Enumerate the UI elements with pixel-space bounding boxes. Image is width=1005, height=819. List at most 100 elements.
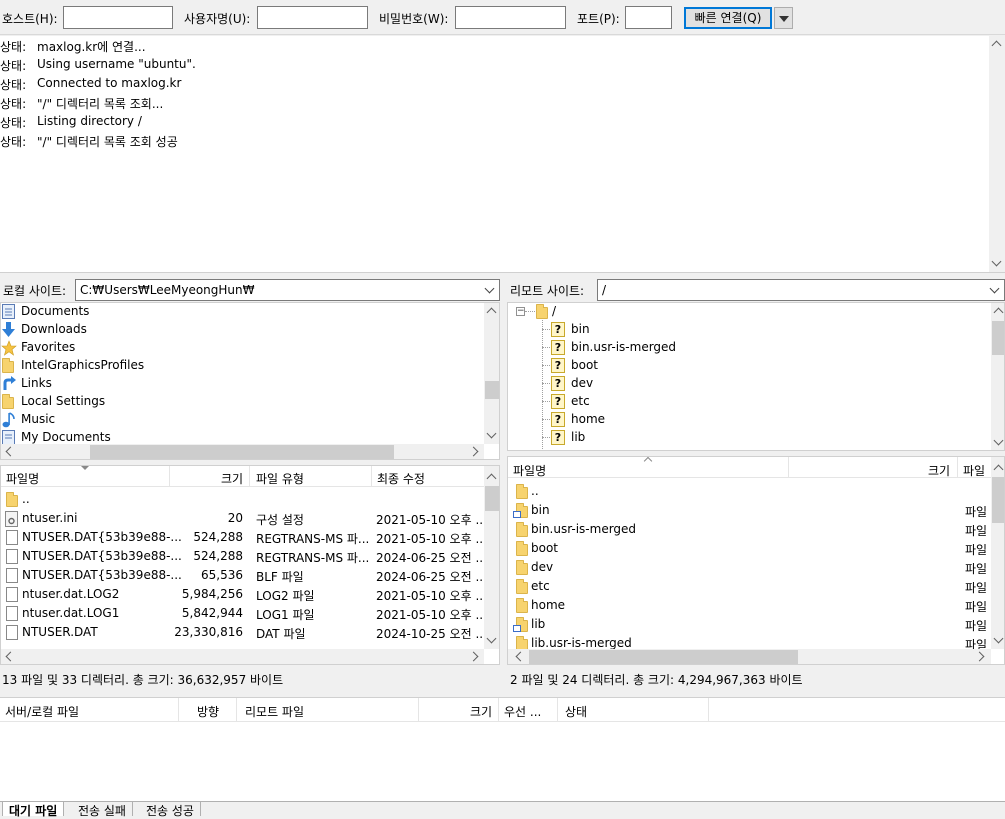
table-row[interactable]: ntuser.dat.LOG2 5,984,256 LOG2 파일 2021-0… bbox=[1, 586, 487, 604]
table-row[interactable]: ntuser.ini 20 구성 설정 2021-05-10 오후 ... bbox=[1, 510, 487, 528]
table-row[interactable]: bin 파일 bbox=[508, 502, 991, 520]
scroll-down-icon[interactable] bbox=[484, 428, 499, 444]
file-icon bbox=[6, 587, 18, 602]
column-header-name[interactable]: 파일명 bbox=[6, 470, 39, 487]
remote-path-combo[interactable]: / bbox=[597, 279, 1005, 301]
file-icon bbox=[6, 530, 18, 545]
tree-item-music[interactable]: Music bbox=[1, 411, 483, 429]
table-row[interactable]: NTUSER.DAT{53b39e88-... 65,536 BLF 파일 20… bbox=[1, 567, 487, 585]
host-input[interactable] bbox=[63, 6, 173, 29]
scroll-up-icon[interactable] bbox=[991, 303, 1004, 319]
scroll-up-icon[interactable] bbox=[991, 460, 1004, 476]
username-input[interactable] bbox=[257, 6, 368, 29]
username-label: 사용자명(U): bbox=[184, 12, 251, 26]
column-header-direction[interactable]: 방향 bbox=[197, 703, 219, 720]
tree-item-local-settings[interactable]: Local Settings bbox=[1, 393, 483, 411]
quickconnect-button[interactable]: 빠른 연결(Q) bbox=[684, 7, 772, 29]
tree-item-links[interactable]: Links bbox=[1, 375, 483, 393]
file-icon bbox=[6, 568, 18, 583]
column-header-server-file[interactable]: 서버/로컬 파일 bbox=[5, 703, 79, 720]
scroll-thumb[interactable] bbox=[485, 486, 499, 511]
scroll-right-icon[interactable] bbox=[974, 649, 990, 664]
port-input[interactable] bbox=[625, 6, 672, 29]
scroll-right-icon[interactable] bbox=[468, 444, 484, 459]
table-row[interactable]: bin.usr-is-merged 파일 bbox=[508, 521, 991, 539]
scroll-thumb[interactable] bbox=[485, 381, 499, 399]
column-header-name[interactable]: 파일명 bbox=[513, 462, 546, 479]
folder-icon bbox=[536, 304, 548, 319]
log-scrollbar[interactable] bbox=[989, 36, 1005, 272]
column-header-type[interactable]: 파일 유형 bbox=[256, 470, 304, 487]
scroll-up-icon[interactable] bbox=[989, 36, 1005, 52]
scroll-left-icon[interactable] bbox=[1, 649, 17, 664]
chevron-down-icon[interactable] bbox=[484, 283, 495, 294]
table-row[interactable]: .. bbox=[1, 491, 484, 509]
table-row[interactable]: home 파일 bbox=[508, 597, 991, 615]
scroll-left-icon[interactable] bbox=[1, 444, 17, 459]
collapse-toggle-icon[interactable]: − bbox=[516, 307, 525, 316]
local-tree-hscrollbar[interactable] bbox=[1, 444, 484, 459]
table-row[interactable]: NTUSER.DAT{53b39e88-... 524,288 REGTRANS… bbox=[1, 529, 487, 547]
tree-item-root[interactable]: / bbox=[534, 303, 684, 321]
table-row[interactable]: NTUSER.DAT 23,330,816 DAT 파일 2024-10-25 … bbox=[1, 624, 487, 642]
scroll-down-icon[interactable] bbox=[991, 633, 1004, 649]
local-file-list: 파일명 크기 파일 유형 최종 수정 .. ntuser.ini 20 구성 설… bbox=[0, 465, 500, 665]
column-header-priority[interactable]: 우선 ... bbox=[504, 703, 541, 720]
table-row[interactable]: dev 파일 bbox=[508, 559, 991, 577]
tree-item-downloads[interactable]: Downloads bbox=[1, 321, 483, 339]
scroll-down-icon[interactable] bbox=[484, 633, 499, 649]
tree-item-etc[interactable]: ? etc bbox=[542, 393, 742, 411]
tree-item-dev[interactable]: ? dev bbox=[542, 375, 742, 393]
table-row[interactable]: ntuser.dat.LOG1 5,842,944 LOG1 파일 2021-0… bbox=[1, 605, 487, 623]
scroll-thumb[interactable] bbox=[90, 445, 394, 459]
document-icon bbox=[2, 430, 15, 445]
column-header-remote-file[interactable]: 리모트 파일 bbox=[245, 703, 304, 720]
scroll-up-icon[interactable] bbox=[484, 469, 499, 485]
password-input[interactable] bbox=[455, 6, 566, 29]
scroll-thumb[interactable] bbox=[529, 650, 798, 664]
remote-list-hscrollbar[interactable] bbox=[508, 649, 991, 664]
scroll-thumb[interactable] bbox=[992, 321, 1004, 355]
tree-item-documents[interactable]: Documents bbox=[1, 303, 483, 321]
scroll-up-icon[interactable] bbox=[484, 303, 499, 319]
scroll-thumb[interactable] bbox=[992, 477, 1004, 523]
scroll-down-icon[interactable] bbox=[989, 256, 1005, 272]
table-row[interactable]: .. bbox=[508, 483, 991, 501]
tree-item-boot[interactable]: ? boot bbox=[542, 357, 742, 375]
local-site-label: 로컬 사이트: bbox=[3, 284, 67, 298]
document-icon bbox=[2, 304, 15, 319]
tree-item-favorites[interactable]: Favorites bbox=[1, 339, 483, 357]
local-tree-vscrollbar[interactable] bbox=[484, 303, 499, 444]
remote-list-vscrollbar[interactable] bbox=[991, 457, 1004, 649]
column-header-status[interactable]: 상태 bbox=[565, 703, 587, 720]
column-header-type[interactable]: 파일 bbox=[963, 462, 985, 479]
local-list-hscrollbar[interactable] bbox=[1, 649, 484, 664]
local-path-combo[interactable]: C:₩Users₩LeeMyeongHun₩ bbox=[75, 279, 500, 301]
column-header-size[interactable]: 크기 bbox=[221, 470, 243, 487]
table-row[interactable]: NTUSER.DAT{53b39e88-... 524,288 REGTRANS… bbox=[1, 548, 487, 566]
remote-tree-vscrollbar[interactable] bbox=[991, 303, 1004, 450]
table-row[interactable]: lib 파일 bbox=[508, 616, 991, 634]
column-header-size[interactable]: 크기 bbox=[470, 703, 492, 720]
chevron-down-icon[interactable] bbox=[989, 283, 1000, 294]
local-list-header: 파일명 크기 파일 유형 최종 수정 bbox=[1, 466, 484, 487]
quickconnect-history-dropdown[interactable] bbox=[774, 7, 793, 29]
table-row[interactable]: etc 파일 bbox=[508, 578, 991, 596]
scroll-right-icon[interactable] bbox=[468, 649, 484, 664]
local-list-vscrollbar[interactable] bbox=[484, 466, 499, 649]
tree-item-lib[interactable]: ? lib bbox=[542, 429, 742, 447]
table-row[interactable]: boot 파일 bbox=[508, 540, 991, 558]
tree-item-bin-usr-is-merged[interactable]: ? bin.usr-is-merged bbox=[542, 339, 742, 357]
unknown-folder-icon: ? bbox=[551, 340, 565, 355]
scroll-down-icon[interactable] bbox=[991, 435, 1004, 450]
tree-item-bin[interactable]: ? bin bbox=[542, 321, 742, 339]
tree-item-home[interactable]: ? home bbox=[542, 411, 742, 429]
queue-header: 서버/로컬 파일 방향 리모트 파일 크기 우선 ... 상태 bbox=[0, 698, 1005, 722]
folder-icon bbox=[516, 560, 528, 575]
column-header-size[interactable]: 크기 bbox=[928, 462, 950, 479]
column-header-modified[interactable]: 최종 수정 bbox=[377, 470, 425, 487]
tree-item-intelgraphicsprofiles[interactable]: IntelGraphicsProfiles bbox=[1, 357, 483, 375]
scroll-left-icon[interactable] bbox=[511, 649, 527, 664]
local-directory-tree: Documents Downloads Favorites IntelGraph… bbox=[0, 302, 500, 460]
remote-site-bar: 리모트 사이트: / bbox=[507, 279, 1005, 301]
